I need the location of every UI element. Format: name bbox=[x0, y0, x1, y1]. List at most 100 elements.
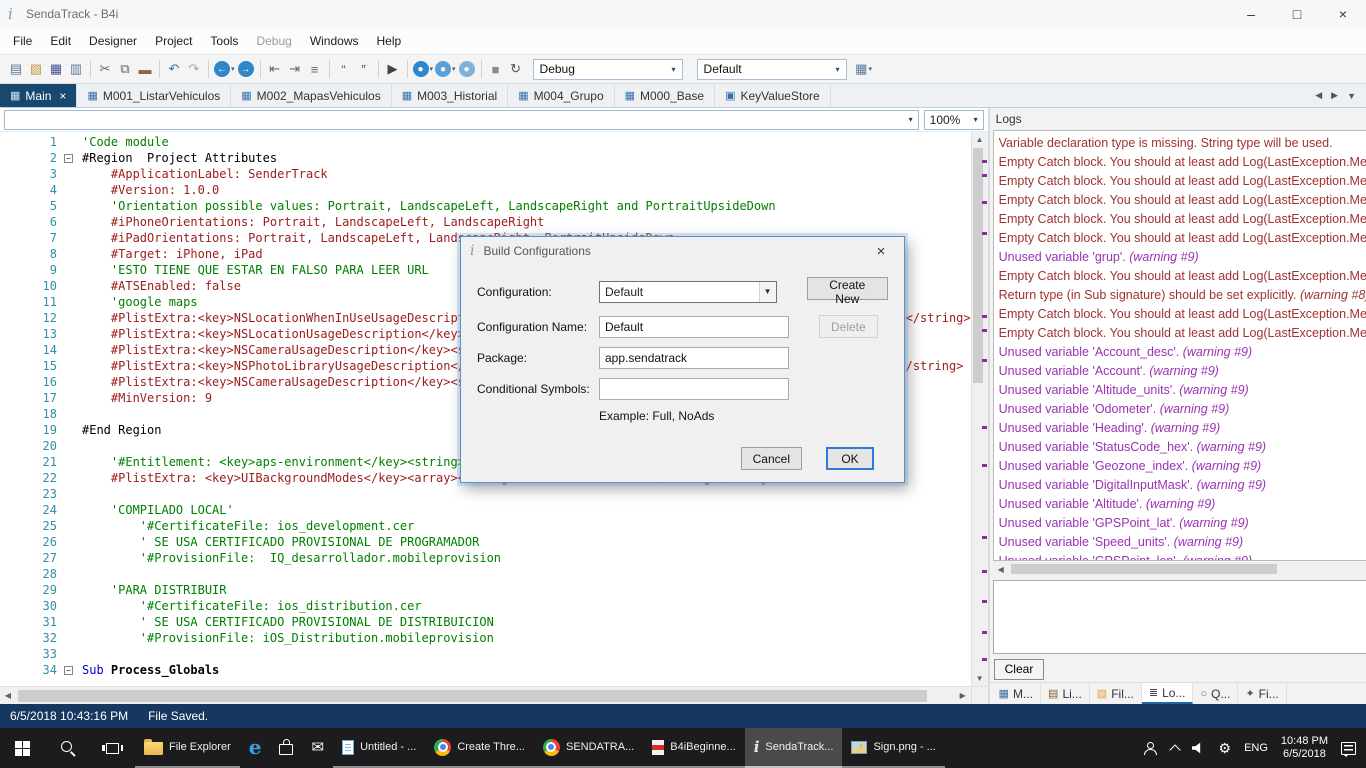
log-entry[interactable]: Unused variable 'GPSPoint_lon'. (warning… bbox=[999, 552, 1366, 560]
comment-icon[interactable]: “ bbox=[334, 58, 354, 80]
undo-icon[interactable]: ↶ bbox=[164, 58, 184, 80]
scroll-left-icon[interactable]: ◀ bbox=[0, 691, 16, 700]
module-navigator-select[interactable]: ▾ bbox=[4, 110, 919, 130]
taskbar-search-button[interactable] bbox=[45, 728, 90, 768]
log-entry[interactable]: Return type (in Sub signature) should be… bbox=[999, 286, 1366, 305]
scroll-left-icon[interactable]: ◀ bbox=[993, 565, 1009, 574]
language-indicator[interactable]: ENG bbox=[1244, 742, 1268, 754]
people-icon[interactable] bbox=[1143, 742, 1158, 755]
log-entry[interactable]: Empty Catch block. You should at least a… bbox=[999, 210, 1366, 229]
log-entry[interactable]: Variable declaration type is missing. St… bbox=[999, 134, 1366, 153]
log-entry[interactable]: Empty Catch block. You should at least a… bbox=[999, 172, 1366, 191]
taskbar-item-mail[interactable]: ✉ bbox=[302, 728, 333, 768]
restart-icon[interactable]: ↻ bbox=[506, 58, 526, 80]
tab-m003_historial[interactable]: ▦M003_Historial bbox=[392, 84, 508, 107]
tool-tab-libraries[interactable]: ▤Li... bbox=[1041, 683, 1090, 704]
open-project-icon[interactable]: ▧ bbox=[26, 58, 46, 80]
menu-tools[interactable]: Tools bbox=[201, 29, 247, 53]
log-entry[interactable]: Unused variable 'StatusCode_hex'. (warni… bbox=[999, 438, 1366, 457]
paste-icon[interactable]: ▬ bbox=[135, 58, 155, 80]
taskbar-item-chrome-sendatrack[interactable]: SENDATRA... bbox=[534, 728, 643, 768]
scrollbar-thumb[interactable] bbox=[1011, 564, 1278, 574]
log-entry[interactable]: Empty Catch block. You should at least a… bbox=[999, 191, 1366, 210]
zoom-select[interactable]: 100% ▾ bbox=[924, 110, 984, 130]
configuration-name-input[interactable] bbox=[599, 316, 789, 338]
taskbar-item-photos-sign-png[interactable]: Sign.png - ... bbox=[842, 728, 944, 768]
log-entry[interactable]: Empty Catch block. You should at least a… bbox=[999, 267, 1366, 286]
minimize-button[interactable]: – bbox=[1228, 0, 1274, 28]
cancel-button[interactable]: Cancel bbox=[741, 447, 802, 470]
ok-button[interactable]: OK bbox=[826, 447, 874, 470]
navigate-back-icon[interactable]: ←▾ bbox=[213, 58, 236, 80]
menu-project[interactable]: Project bbox=[146, 29, 201, 53]
close-button[interactable]: × bbox=[1320, 0, 1366, 28]
taskbar-item-b4i-sendatrack[interactable]: iSendaTrack... bbox=[745, 728, 843, 768]
menu-help[interactable]: Help bbox=[368, 29, 411, 53]
task-view-button[interactable] bbox=[90, 728, 135, 768]
scrollbar-thumb[interactable] bbox=[973, 148, 983, 383]
log-entry[interactable]: Unused variable 'Odometer'. (warning #9) bbox=[999, 400, 1366, 419]
tool-tab-quick-search[interactable]: ○Q... bbox=[1193, 683, 1238, 704]
redo-icon[interactable]: ↷ bbox=[184, 58, 204, 80]
configuration-select[interactable]: Default ▼ bbox=[599, 281, 777, 303]
log-entry[interactable]: Unused variable 'Geozone_index'. (warnin… bbox=[999, 457, 1366, 476]
tab-close-icon[interactable]: × bbox=[59, 89, 66, 103]
menu-windows[interactable]: Windows bbox=[301, 29, 368, 53]
indent-icon[interactable]: ⇥ bbox=[285, 58, 305, 80]
log-entry[interactable]: Unused variable 'Altitude_units'. (warni… bbox=[999, 381, 1366, 400]
format-code-icon[interactable]: ≡ bbox=[305, 58, 325, 80]
editor-vertical-scrollbar[interactable]: ▲ ▼ bbox=[971, 132, 988, 686]
dialog-close-button[interactable]: × bbox=[867, 243, 895, 260]
editor-horizontal-scrollbar[interactable]: ◀ ▶ bbox=[0, 686, 988, 704]
maximize-button[interactable]: □ bbox=[1274, 0, 1320, 28]
tool-tab-files[interactable]: ▧Fil... bbox=[1090, 683, 1142, 704]
save-all-icon[interactable]: ▥ bbox=[66, 58, 86, 80]
taskbar-item-chrome-create-thread[interactable]: Create Thre... bbox=[425, 728, 534, 768]
delete-button[interactable]: Delete bbox=[819, 315, 878, 338]
cut-icon[interactable]: ✂ bbox=[95, 58, 115, 80]
copy-icon[interactable]: ⧉ bbox=[115, 58, 135, 80]
menu-edit[interactable]: Edit bbox=[41, 29, 80, 53]
gear-icon[interactable]: ⚙ bbox=[1219, 740, 1232, 757]
tab-main[interactable]: ▦Main× bbox=[0, 84, 77, 107]
taskbar-item-notepad[interactable]: Untitled - ... bbox=[333, 728, 425, 768]
run-icon[interactable]: ▶ bbox=[383, 58, 403, 80]
log-entry[interactable]: Unused variable 'GPSPoint_lat'. (warning… bbox=[999, 514, 1366, 533]
log-entry[interactable]: Unused variable 'Speed_units'. (warning … bbox=[999, 533, 1366, 552]
log-entry[interactable]: Unused variable 'Heading'. (warning #9) bbox=[999, 419, 1366, 438]
scrollbar-thumb[interactable] bbox=[18, 690, 927, 702]
tool-tab-modules[interactable]: ▦M... bbox=[992, 683, 1041, 704]
log-entry[interactable]: Empty Catch block. You should at least a… bbox=[999, 153, 1366, 172]
build-configuration-select[interactable]: Debug ▾ bbox=[533, 59, 683, 80]
action-center-icon[interactable] bbox=[1341, 742, 1356, 755]
log-entry[interactable]: Unused variable 'grup'. (warning #9) bbox=[999, 248, 1366, 267]
taskbar-clock[interactable]: 10:48 PM 6/5/2018 bbox=[1281, 735, 1328, 761]
hidden-icons-chevron-icon[interactable] bbox=[1169, 744, 1180, 755]
tabs-scroll-right-icon[interactable]: ▶ bbox=[1331, 90, 1338, 101]
taskbar-item-file-explorer[interactable]: File Explorer bbox=[135, 728, 240, 768]
tab-m001_listarvehiculos[interactable]: ▦M001_ListarVehiculos bbox=[77, 84, 231, 107]
scroll-up-icon[interactable]: ▲ bbox=[972, 132, 988, 147]
fold-collapse-icon[interactable]: − bbox=[64, 154, 73, 163]
log-entry[interactable]: Unused variable 'Account_desc'. (warning… bbox=[999, 343, 1366, 362]
tab-m004_grupo[interactable]: ▦M004_Grupo bbox=[508, 84, 614, 107]
outdent-icon[interactable]: ⇤ bbox=[265, 58, 285, 80]
tabs-list-icon[interactable]: ▼ bbox=[1347, 91, 1356, 101]
stop-icon[interactable]: ■ bbox=[486, 58, 506, 80]
conditional-symbols-input[interactable] bbox=[599, 378, 789, 400]
menu-designer[interactable]: Designer bbox=[80, 29, 146, 53]
tab-keyvaluestore[interactable]: ▣KeyValueStore bbox=[715, 84, 831, 107]
log-entry[interactable]: Empty Catch block. You should at least a… bbox=[999, 324, 1366, 343]
tool-tab-logs[interactable]: ≣Lo... bbox=[1142, 683, 1194, 704]
volume-icon[interactable] bbox=[1192, 742, 1206, 754]
scroll-right-icon[interactable]: ▶ bbox=[955, 691, 971, 700]
log-entry[interactable]: Empty Catch block. You should at least a… bbox=[999, 229, 1366, 248]
new-file-icon[interactable]: ▤ bbox=[6, 58, 26, 80]
target-variant-select[interactable]: Default ▾ bbox=[697, 59, 847, 80]
tab-m002_mapasvehiculos[interactable]: ▦M002_MapasVehiculos bbox=[231, 84, 391, 107]
title-bar[interactable]: i SendaTrack - B4i – □ × bbox=[0, 0, 1366, 28]
clear-logs-button[interactable]: Clear bbox=[994, 659, 1045, 680]
create-new-button[interactable]: Create New bbox=[807, 277, 888, 300]
save-icon[interactable]: ▦ bbox=[46, 58, 66, 80]
tabs-scroll-left-icon[interactable]: ◀ bbox=[1315, 90, 1322, 101]
